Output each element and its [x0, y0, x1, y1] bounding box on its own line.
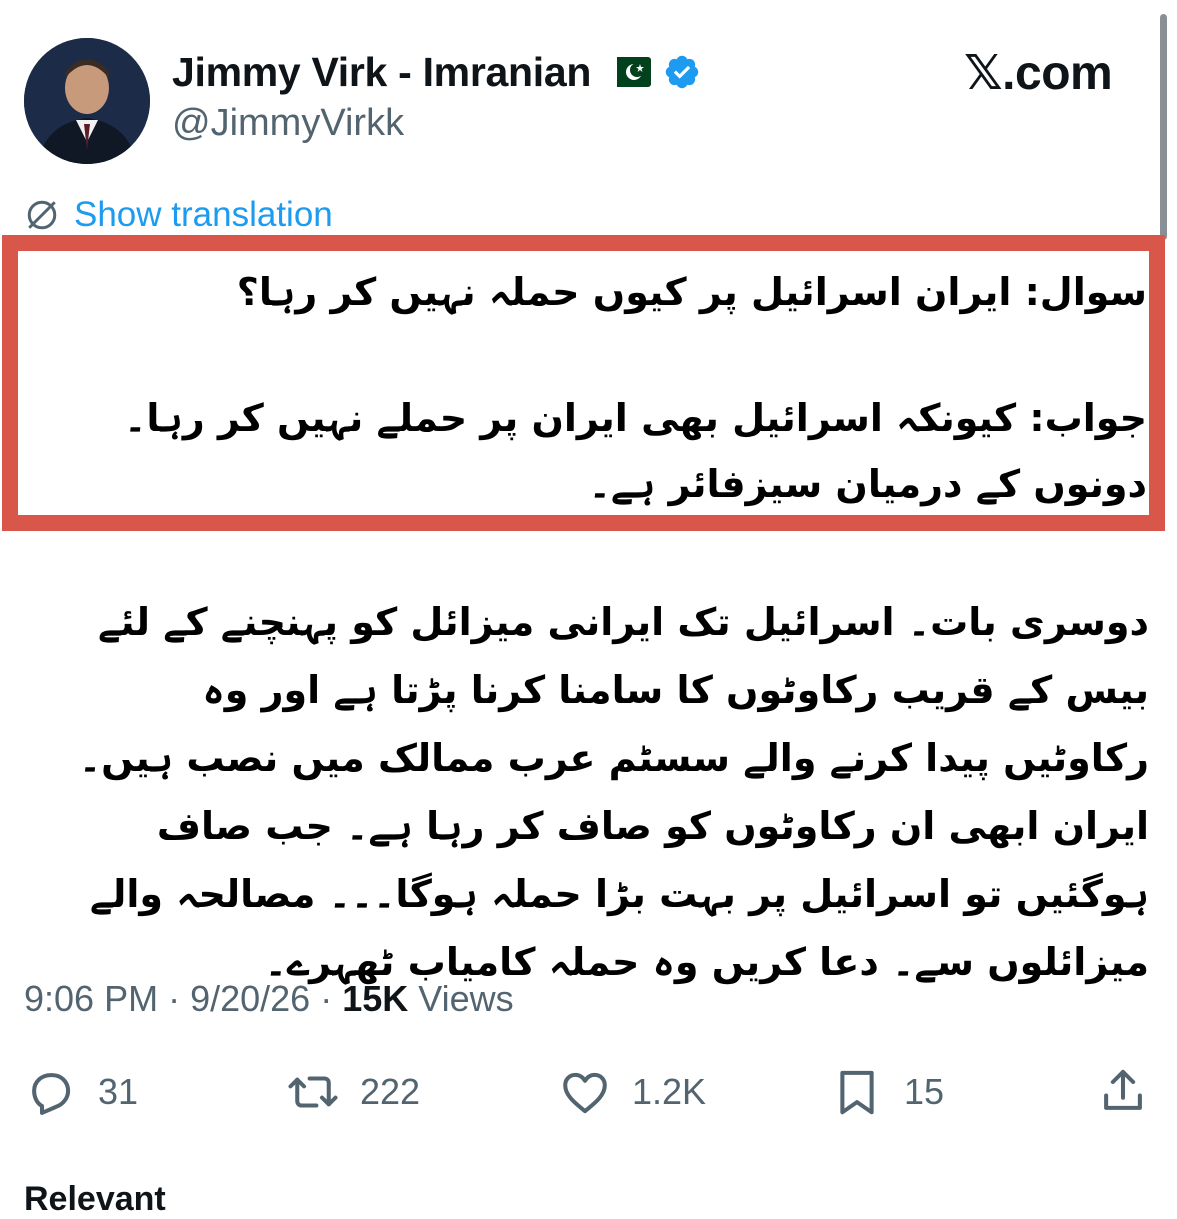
views-label: Views	[418, 978, 514, 1019]
reply-button[interactable]: 31	[24, 1062, 138, 1122]
views-count: 15K	[342, 978, 409, 1019]
bookmark-button[interactable]: 15	[830, 1062, 944, 1122]
share-icon	[1104, 1069, 1142, 1110]
avatar-image	[24, 38, 150, 164]
meta-separator: ·	[168, 978, 191, 1019]
reply-icon	[32, 1073, 71, 1115]
author-handle[interactable]: @JimmyVirkk	[172, 102, 404, 145]
post-time[interactable]: 9:06 PM	[24, 978, 158, 1019]
reply-count: 31	[98, 1071, 139, 1112]
show-translation-button[interactable]: Show translation	[24, 195, 333, 235]
bookmark-icon	[840, 1070, 874, 1115]
like-button[interactable]: 1.2K	[558, 1062, 706, 1122]
share-button[interactable]	[1096, 1064, 1150, 1118]
like-count: 1.2K	[632, 1071, 707, 1112]
post-answer-text: جواب: کیونکہ اسرائیل بھی ایران پر حملے ن…	[124, 396, 1147, 506]
show-translation-label: Show translation	[74, 195, 333, 234]
bookmark-count: 15	[904, 1071, 945, 1112]
repost-button[interactable]: 222	[286, 1062, 420, 1122]
author-name-row: Jimmy Virk - Imranian	[172, 46, 701, 98]
action-bar: 31 222 1.2K 15	[24, 1062, 1154, 1122]
pakistan-flag-icon	[605, 57, 652, 87]
heart-icon	[563, 1072, 607, 1114]
x-site-logo: 𝕏.com	[964, 47, 1113, 100]
post-meta: 9:06 PM · 9/20/26 · 15K Views	[24, 978, 514, 1020]
meta-separator: ·	[320, 978, 343, 1019]
scrollbar[interactable]	[1160, 14, 1167, 240]
verified-badge-icon	[663, 53, 701, 91]
post-date[interactable]: 9/20/26	[190, 978, 310, 1019]
translate-globe-icon	[27, 200, 57, 230]
author-display-name[interactable]: Jimmy Virk - Imranian	[172, 49, 591, 96]
repost-icon	[288, 1076, 338, 1108]
post-body-text: دوسری بات۔ اسرائیل تک ایرانی میزائل کو پ…	[78, 600, 1149, 984]
repost-count: 222	[360, 1071, 421, 1112]
author-avatar[interactable]	[24, 38, 150, 164]
post-question-text: سوال: ایران اسرائیل پر کیوں حملہ نہیں کر…	[236, 270, 1147, 314]
